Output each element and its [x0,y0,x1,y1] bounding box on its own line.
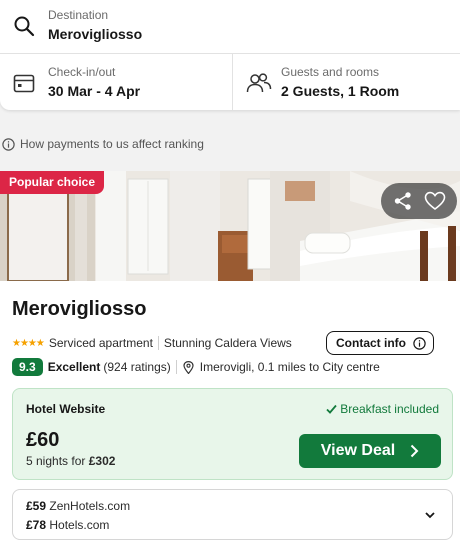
destination-field[interactable]: Destination Merovigliosso [0,0,460,54]
other-deal-provider: Hotels.com [49,518,110,532]
location-pin-icon [183,360,194,374]
chevron-right-icon [410,444,419,458]
featured-deal: Hotel Website Breakfast included £60 5 n… [12,388,453,480]
other-deal-price: £59 [26,499,47,513]
rating-row: 9.3 Excellent (924 ratings) Imerovigli, … [12,357,380,377]
contact-info-label: Contact info [336,336,406,350]
star-rating-icon: ★★★★ [12,337,45,349]
guests-field[interactable]: Guests and rooms 2 Guests, 1 Room [234,54,460,110]
info-icon [2,137,15,151]
share-button[interactable] [391,189,415,213]
search-icon [14,16,35,37]
other-deal-provider: ZenHotels.com [49,499,131,513]
other-deal: £59 ZenHotels.com [26,499,130,513]
view-deal-label: View Deal [320,442,396,459]
contact-info-button[interactable]: Contact info [326,331,434,355]
view-deal-button[interactable]: View Deal [299,434,441,468]
hotel-photo[interactable]: Popular choice [0,171,460,281]
info-icon [413,336,426,350]
hotel-result-card: Popular choice Merovigliosso ★★★★ Servic… [0,171,460,550]
ranking-info-link[interactable]: How payments to us affect ranking [2,136,204,152]
hotel-meta: ★★★★ Serviced apartment Stunning Caldera… [12,332,292,354]
deal-provider: Hotel Website [26,402,106,416]
other-deal: £78 Hotels.com [26,518,109,532]
popular-choice-badge: Popular choice [0,171,105,194]
dates-value: 30 Mar - 4 Apr [48,83,141,99]
divider [175,360,177,374]
calendar-icon [13,74,35,93]
destination-value: Merovigliosso [48,26,143,42]
rating-count: (924 ratings) [103,360,171,374]
ranking-info-text: How payments to us affect ranking [20,137,204,151]
guests-caption: Guests and rooms [281,65,380,79]
other-deal-price: £78 [26,518,47,532]
divider [157,336,159,350]
check-icon [326,404,337,414]
heart-icon [424,191,446,210]
destination-caption: Destination [48,8,109,22]
deal-price: £60 [26,429,60,451]
search-summary-card: Destination Merovigliosso Check-in/out 3… [0,0,460,110]
dates-field[interactable]: Check-in/out 30 Mar - 4 Apr [0,54,233,110]
deal-total: 5 nights for £302 [26,454,115,468]
guests-value: 2 Guests, 1 Room [281,83,400,99]
hotel-location: Imerovigli, 0.1 miles to City centre [199,360,380,374]
property-feature: Stunning Caldera Views [163,336,292,350]
deal-nights-label: 5 nights for [26,454,86,468]
deal-total-price: £302 [88,454,116,468]
deal-perk: Breakfast included [326,402,439,416]
other-deals-dropdown[interactable]: £59 ZenHotels.com £78 Hotels.com [12,489,453,540]
guests-icon [246,73,272,93]
favorite-button[interactable] [423,189,447,213]
share-icon [394,192,411,210]
chevron-down-icon[interactable] [424,509,436,521]
property-type: Serviced apartment [48,336,153,350]
rating-word: Excellent [47,360,101,374]
review-score-badge: 9.3 [12,358,43,376]
photo-actions [381,183,457,219]
hotel-name[interactable]: Merovigliosso [12,298,146,321]
dates-caption: Check-in/out [48,65,116,79]
deal-perk-label: Breakfast included [340,402,439,416]
